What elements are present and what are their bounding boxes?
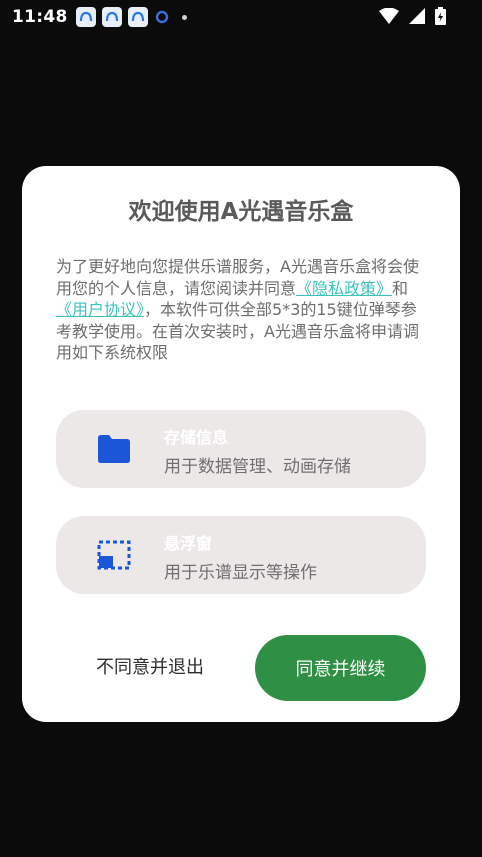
permission-desc: 用于数据管理、动画存储 — [164, 457, 351, 477]
body-conjunction: 和 — [392, 278, 409, 298]
permission-title: 存储信息 — [164, 428, 229, 447]
signal-icon — [409, 8, 425, 28]
permission-desc: 用于乐谱显示等操作 — [164, 563, 317, 583]
more-notifications-dot-icon — [181, 14, 187, 20]
wifi-icon — [379, 7, 399, 28]
status-bar: 11:48 — [0, 0, 482, 34]
folder-icon — [96, 432, 132, 466]
app-notification-icon — [127, 7, 148, 27]
user-agreement-link[interactable]: 《用户协议》 — [56, 300, 144, 319]
permission-card-storage: 存储信息 用于数据管理、动画存储 — [56, 410, 426, 488]
welcome-dialog: 欢迎使用A光遇音乐盒 为了更好地向您提供乐谱服务，A光遇音乐盒将会使用您的个人信… — [22, 166, 460, 722]
privacy-policy-link[interactable]: 《隐私政策》 — [296, 279, 392, 298]
app-notification-icon — [75, 7, 96, 27]
system-icons — [379, 7, 446, 29]
battery-charging-icon — [435, 7, 446, 29]
agree-and-continue-button[interactable]: 同意并继续 — [255, 635, 426, 701]
permission-card-floating-window: 悬浮窗 用于乐谱显示等操作 — [56, 516, 426, 594]
sync-icon — [154, 9, 170, 25]
status-time: 11:48 — [12, 7, 68, 27]
app-notification-icon — [101, 7, 122, 27]
decline-and-exit-button[interactable]: 不同意并退出 — [70, 648, 230, 688]
notification-icons — [75, 7, 187, 27]
permission-title: 悬浮窗 — [164, 534, 213, 553]
floating-window-icon — [96, 538, 132, 572]
dialog-body-text: 为了更好地向您提供乐谱服务，A光遇音乐盒将会使用您的个人信息，请您阅读并同意《隐… — [56, 256, 428, 364]
dialog-title: 欢迎使用A光遇音乐盒 — [128, 199, 354, 225]
